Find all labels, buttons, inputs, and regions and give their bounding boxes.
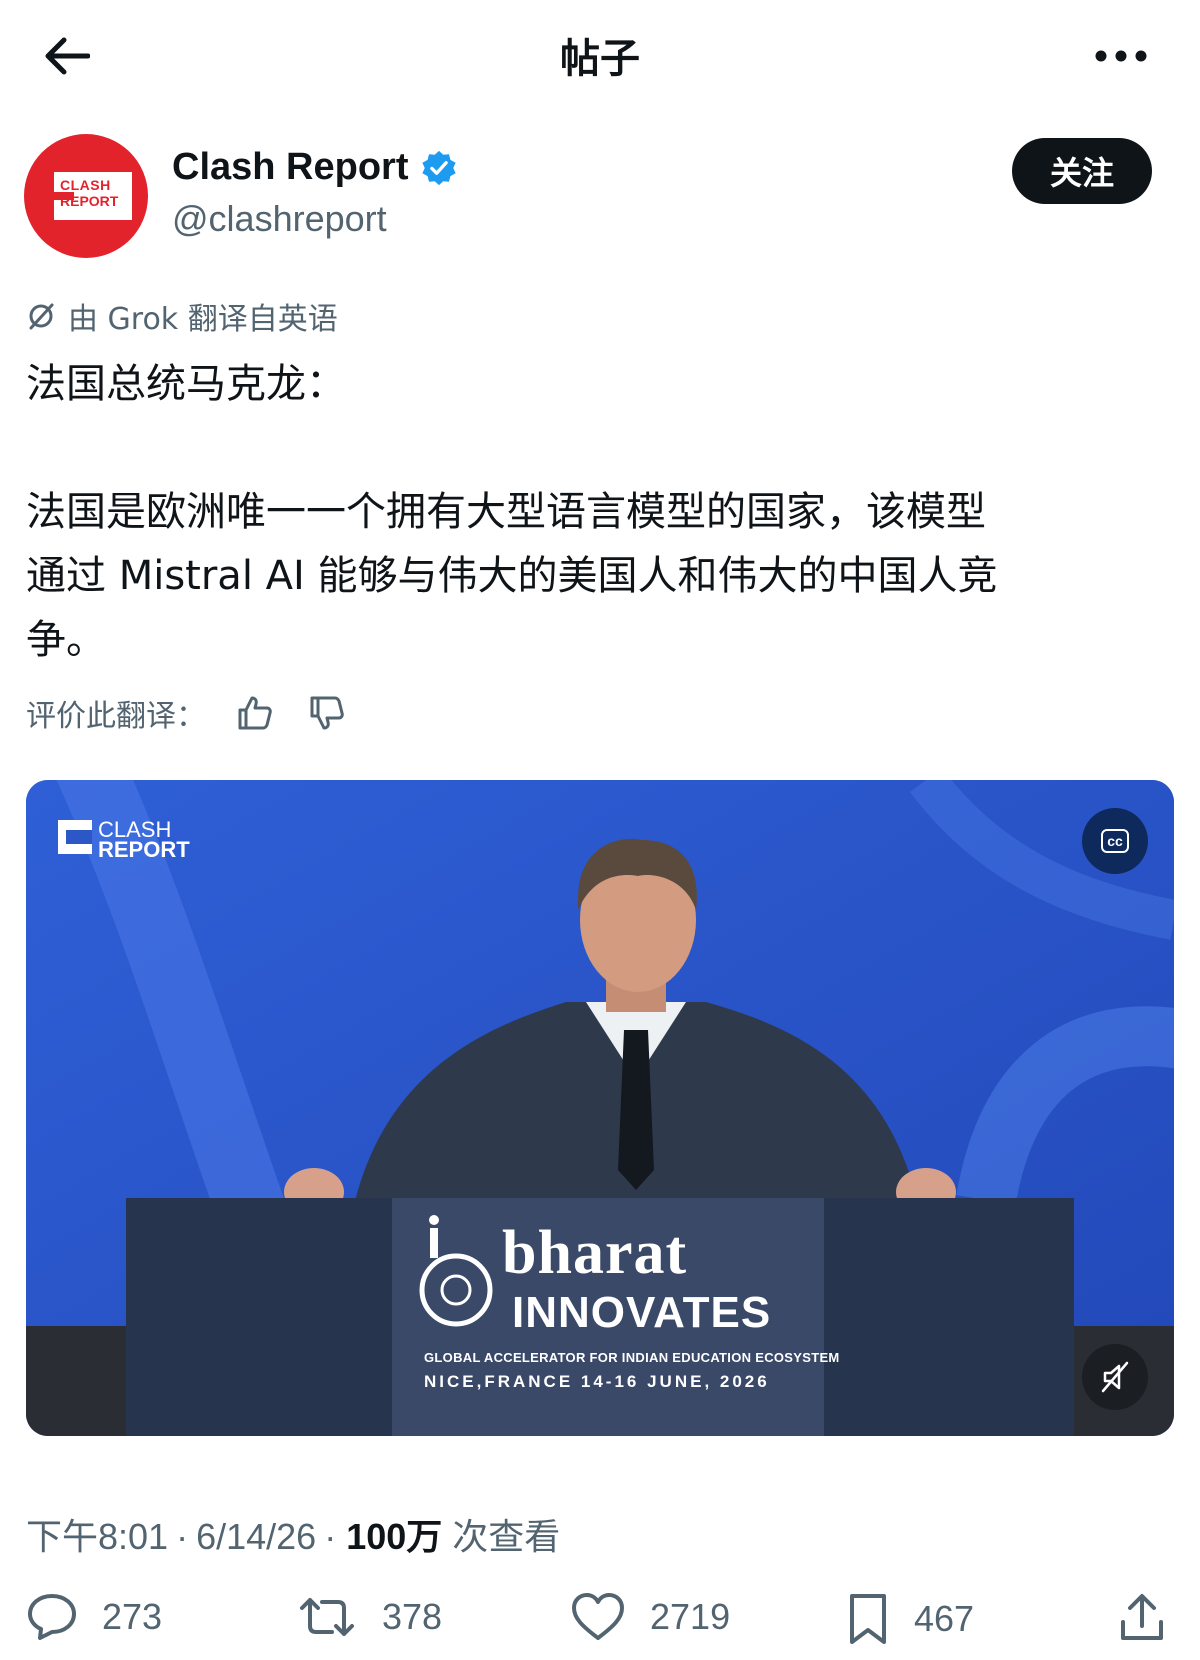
translation-note-text: 由 Grok 翻译自英语 xyxy=(68,302,338,337)
podium-title: INNOVATES xyxy=(512,1288,772,1337)
watermark-mark xyxy=(58,820,92,854)
reply-icon xyxy=(28,1594,76,1640)
watermark-logo: CLASH REPORT xyxy=(58,819,190,862)
author-handle[interactable]: @clashreport xyxy=(172,198,387,240)
rate-translation-label: 评价此翻译： xyxy=(26,699,206,734)
bookmark-count: 467 xyxy=(914,1598,975,1639)
podium-subtitle: GLOBAL ACCELERATOR FOR INDIAN EDUCATION … xyxy=(424,1350,840,1365)
bookmark-button[interactable]: 467 xyxy=(846,1592,974,1646)
muted-speaker-icon xyxy=(1101,1361,1129,1393)
follow-button[interactable]: 关注 xyxy=(1012,138,1152,204)
post-text: 法国总统马克龙： 法国是欧洲唯一一个拥有大型语言模型的国家，该模型 通过 Mis… xyxy=(26,361,998,663)
avatar-logo-text-2: REPORT xyxy=(60,193,119,209)
captions-icon: cc xyxy=(1101,829,1129,853)
meta-separator: · xyxy=(176,1516,189,1557)
like-count: 2719 xyxy=(650,1596,731,1637)
thumbs-up-icon xyxy=(238,696,272,730)
author-name-text: Clash Report xyxy=(172,146,409,188)
watermark-text-line2: REPORT xyxy=(98,837,190,862)
meta-separator: · xyxy=(324,1516,337,1557)
more-icon xyxy=(1095,50,1147,62)
post-time[interactable]: 下午8:01 xyxy=(26,1508,168,1560)
translation-note: 由 Grok 翻译自英语 xyxy=(26,294,338,338)
repost-count: 378 xyxy=(382,1596,443,1637)
podium-event: NICE,FRANCE 14-16 JUNE, 2026 xyxy=(424,1372,770,1391)
action-bar: 273 378 2719 467 xyxy=(0,1592,1200,1660)
avatar[interactable]: CLASH REPORT xyxy=(24,134,148,258)
page-title: 帖子 xyxy=(560,36,640,82)
mute-button[interactable] xyxy=(1082,1344,1148,1410)
thumbs-down-button[interactable] xyxy=(304,690,350,736)
share-icon xyxy=(1121,1594,1163,1640)
author-name[interactable]: Clash Report xyxy=(172,146,458,189)
reply-button[interactable]: 273 xyxy=(26,1592,162,1642)
reply-count: 273 xyxy=(102,1596,163,1637)
share-button[interactable] xyxy=(1118,1592,1190,1644)
view-count: 100万 xyxy=(346,1516,443,1557)
view-count-label: 次查看 xyxy=(452,1516,561,1557)
captions-button[interactable]: cc xyxy=(1082,808,1148,874)
thumbs-up-button[interactable] xyxy=(232,690,278,736)
top-bar: 帖子 xyxy=(0,0,1200,110)
bookmark-icon xyxy=(850,1594,886,1644)
like-button[interactable]: 2719 xyxy=(570,1592,730,1642)
video-player[interactable]: CLASH REPORT bharat INNOVATES GLOBAL ACC… xyxy=(26,780,1174,1436)
heart-icon xyxy=(572,1593,624,1640)
translate-icon xyxy=(29,303,54,330)
podium-brand: bharat xyxy=(502,1219,688,1287)
post-date[interactable]: 6/14/26 xyxy=(196,1516,316,1558)
post-meta: 下午8:01 · 6/14/26 · 100万 次查看 xyxy=(26,1508,560,1560)
rate-translation-row: 评价此翻译： xyxy=(26,690,350,736)
verified-badge-icon xyxy=(422,150,457,185)
thumbs-down-icon xyxy=(310,696,344,730)
repost-button[interactable]: 378 xyxy=(296,1592,442,1642)
watermark-text: CLASH REPORT xyxy=(98,819,190,862)
repost-icon xyxy=(300,1598,354,1636)
more-options-button[interactable] xyxy=(1086,28,1156,84)
avatar-logo-text-1: CLASH xyxy=(60,177,111,193)
